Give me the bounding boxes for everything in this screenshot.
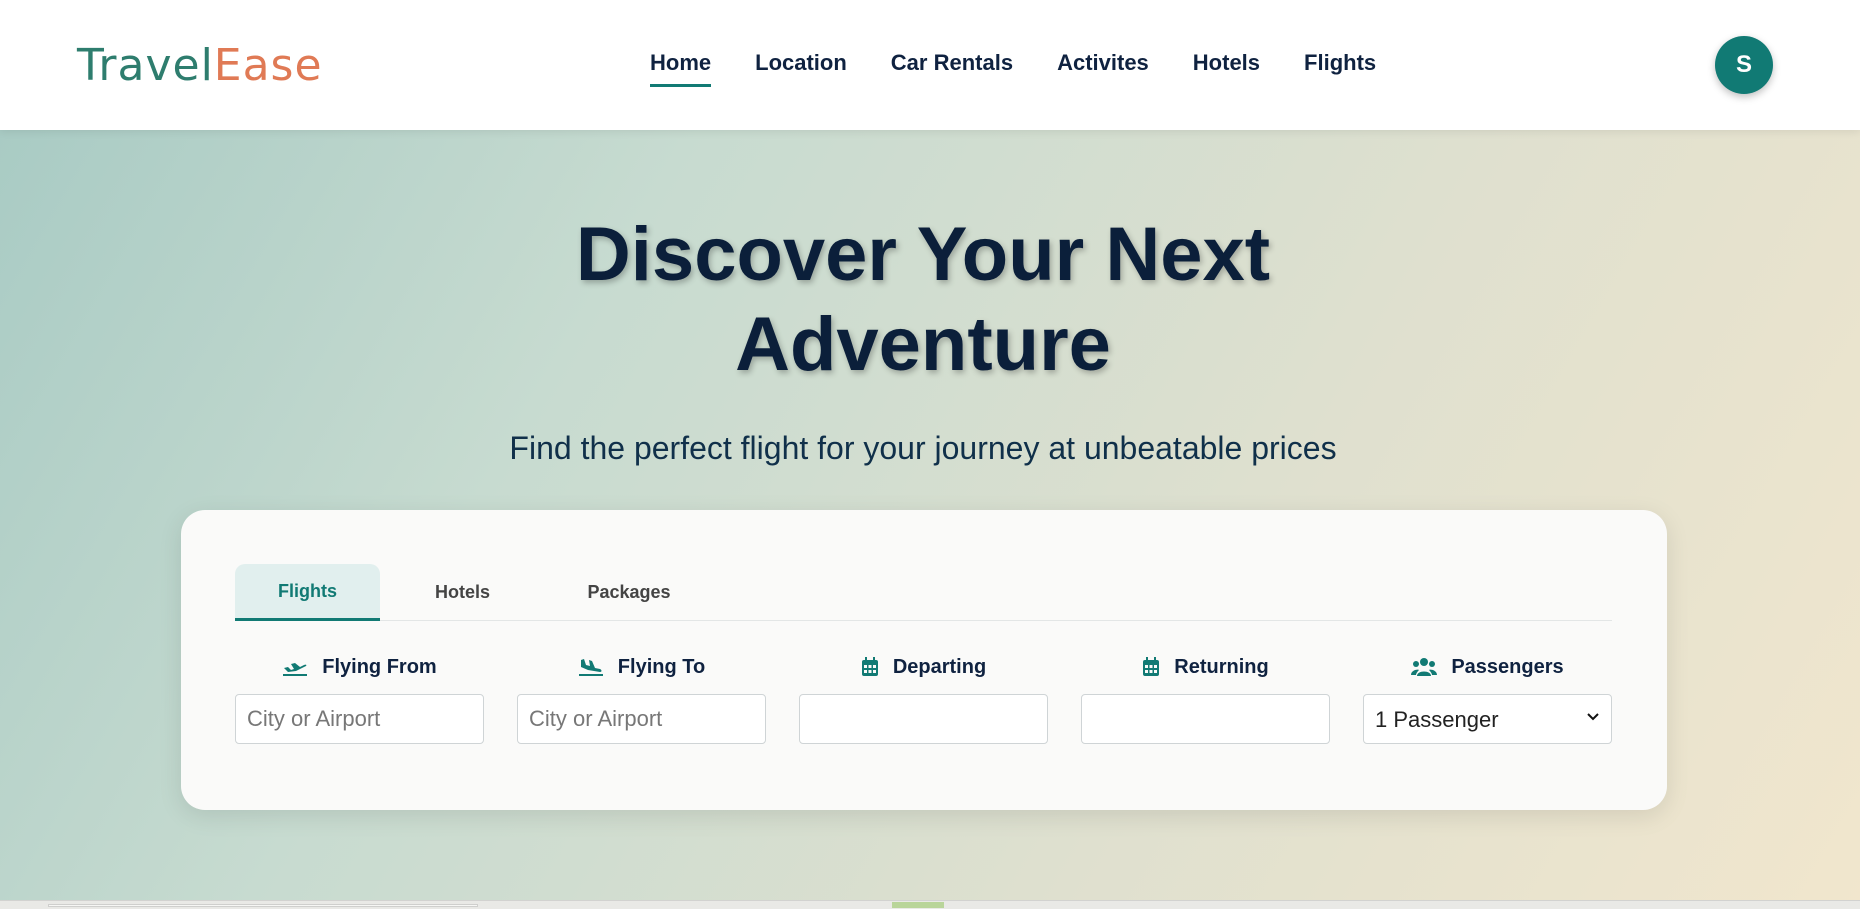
- calendar-icon: [1143, 657, 1160, 676]
- calendar-icon: [861, 657, 878, 676]
- search-fields: Flying From Flying To: [235, 650, 1612, 744]
- user-avatar[interactable]: S: [1715, 36, 1773, 94]
- nav-flights[interactable]: Flights: [1304, 48, 1376, 87]
- field-passengers: Passengers 1 Passenger: [1363, 650, 1612, 744]
- search-card: Flights Hotels Packages Flying From City…: [181, 510, 1667, 810]
- flying-to-label-text: Flying To: [617, 655, 706, 678]
- returning-label: Returning: [1081, 650, 1330, 684]
- field-flying-from: Flying From: [235, 650, 484, 744]
- window-bottom-strip: [0, 900, 1860, 909]
- passengers-label-text: Passengers: [1451, 655, 1564, 678]
- hero-title-line-2: Adventure: [735, 302, 1111, 387]
- hero-title-line-1: Discover Your Next: [575, 212, 1271, 297]
- plane-departure-icon: [283, 663, 308, 676]
- tab-flights[interactable]: Flights: [235, 564, 380, 621]
- hero-title: Discover Your Next Adventure: [0, 210, 1846, 390]
- hero-subtitle: Find the perfect flight for your journey…: [509, 430, 1337, 466]
- field-departing: Departing: [799, 650, 1048, 744]
- passengers-label: Passengers: [1363, 650, 1612, 684]
- search-tabs: Flights Hotels Packages: [235, 564, 1612, 621]
- departing-label-text: Departing: [892, 655, 987, 678]
- departing-date-input[interactable]: [799, 694, 1048, 744]
- nav-car-rentals[interactable]: Car Rentals: [891, 48, 1013, 87]
- flying-from-input[interactable]: [235, 694, 484, 744]
- top-header: TravelEase Home Location Car Rentals Act…: [0, 0, 1860, 130]
- flying-to-label: Flying To: [517, 650, 766, 684]
- departing-label: Departing: [799, 650, 1048, 684]
- returning-date-input[interactable]: [1081, 694, 1330, 744]
- nav-activities[interactable]: Activites: [1057, 48, 1149, 87]
- tab-hotels[interactable]: Hotels: [380, 564, 545, 621]
- avatar-initial: S: [1735, 51, 1752, 78]
- nav-hotels[interactable]: Hotels: [1193, 48, 1260, 87]
- field-returning: Returning: [1081, 650, 1330, 744]
- brand-logo[interactable]: TravelEase: [77, 36, 323, 96]
- logo-text-travel: Travel: [77, 40, 214, 91]
- nav-location[interactable]: Location: [755, 48, 847, 87]
- returning-label-text: Returning: [1174, 655, 1269, 678]
- tab-packages[interactable]: Packages: [545, 564, 713, 621]
- users-icon: [1411, 658, 1438, 676]
- main-nav: Home Location Car Rentals Activites Hote…: [650, 48, 1420, 87]
- scroll-segment-highlight: [892, 902, 944, 908]
- flying-to-input[interactable]: [517, 694, 766, 744]
- field-flying-to: Flying To: [517, 650, 766, 744]
- logo-text-ease: Ease: [213, 40, 323, 91]
- passengers-select-wrap: 1 Passenger: [1363, 694, 1612, 744]
- nav-home[interactable]: Home: [650, 48, 712, 87]
- scroll-segment: [48, 904, 478, 907]
- flying-from-label-text: Flying From: [322, 655, 437, 678]
- plane-arrival-icon: [578, 659, 603, 676]
- passengers-select[interactable]: 1 Passenger: [1363, 694, 1612, 744]
- flying-from-label: Flying From: [235, 650, 484, 684]
